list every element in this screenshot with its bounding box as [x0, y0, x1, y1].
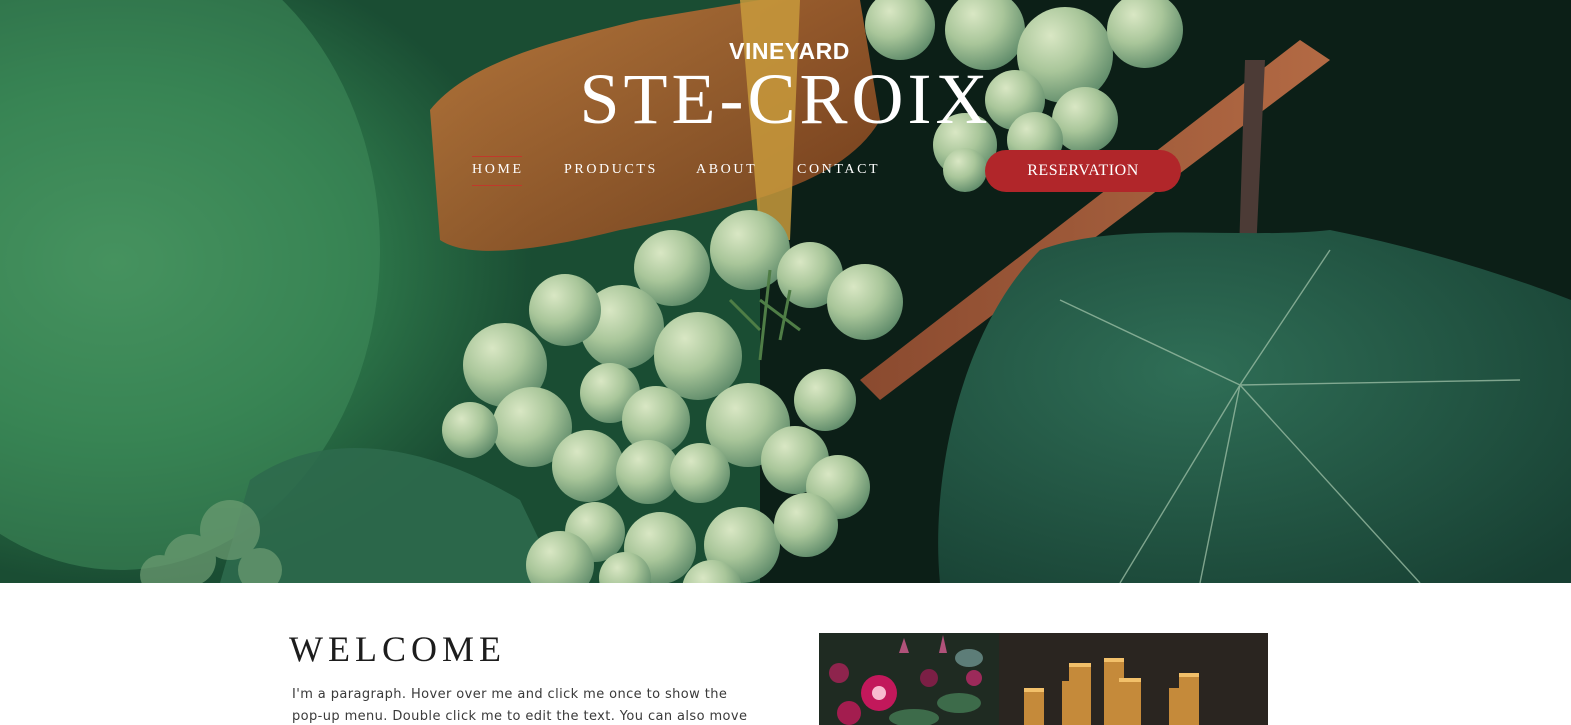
welcome-paragraph-line-1: I'm a paragraph. Hover over me and click…: [292, 687, 728, 702]
main-navigation: HOME PRODUCTS ABOUT CONTACT: [0, 152, 1571, 192]
nav-item-about[interactable]: ABOUT: [696, 162, 757, 184]
nav-item-home[interactable]: HOME: [472, 156, 524, 186]
welcome-image: [819, 633, 1268, 725]
hero-banner: VINEYARD STE-CROIX HOME PRODUCTS ABOUT C…: [0, 0, 1571, 583]
nav-item-products[interactable]: PRODUCTS: [564, 162, 658, 184]
welcome-heading: WELCOME: [289, 629, 506, 669]
brand-subtitle: VINEYARD: [729, 38, 850, 64]
reservation-button[interactable]: RESERVATION: [985, 150, 1181, 192]
brand-title: STE-CROIX: [579, 59, 992, 139]
welcome-paragraph: I'm a paragraph. Hover over me and click…: [292, 684, 752, 725]
candles-flowers-photo: [819, 633, 1268, 725]
brand-logo[interactable]: VINEYARD STE-CROIX: [0, 38, 1571, 139]
welcome-paragraph-line-2: pop-up menu. Double click me to edit the…: [292, 709, 748, 724]
nav-item-contact[interactable]: CONTACT: [797, 162, 880, 184]
